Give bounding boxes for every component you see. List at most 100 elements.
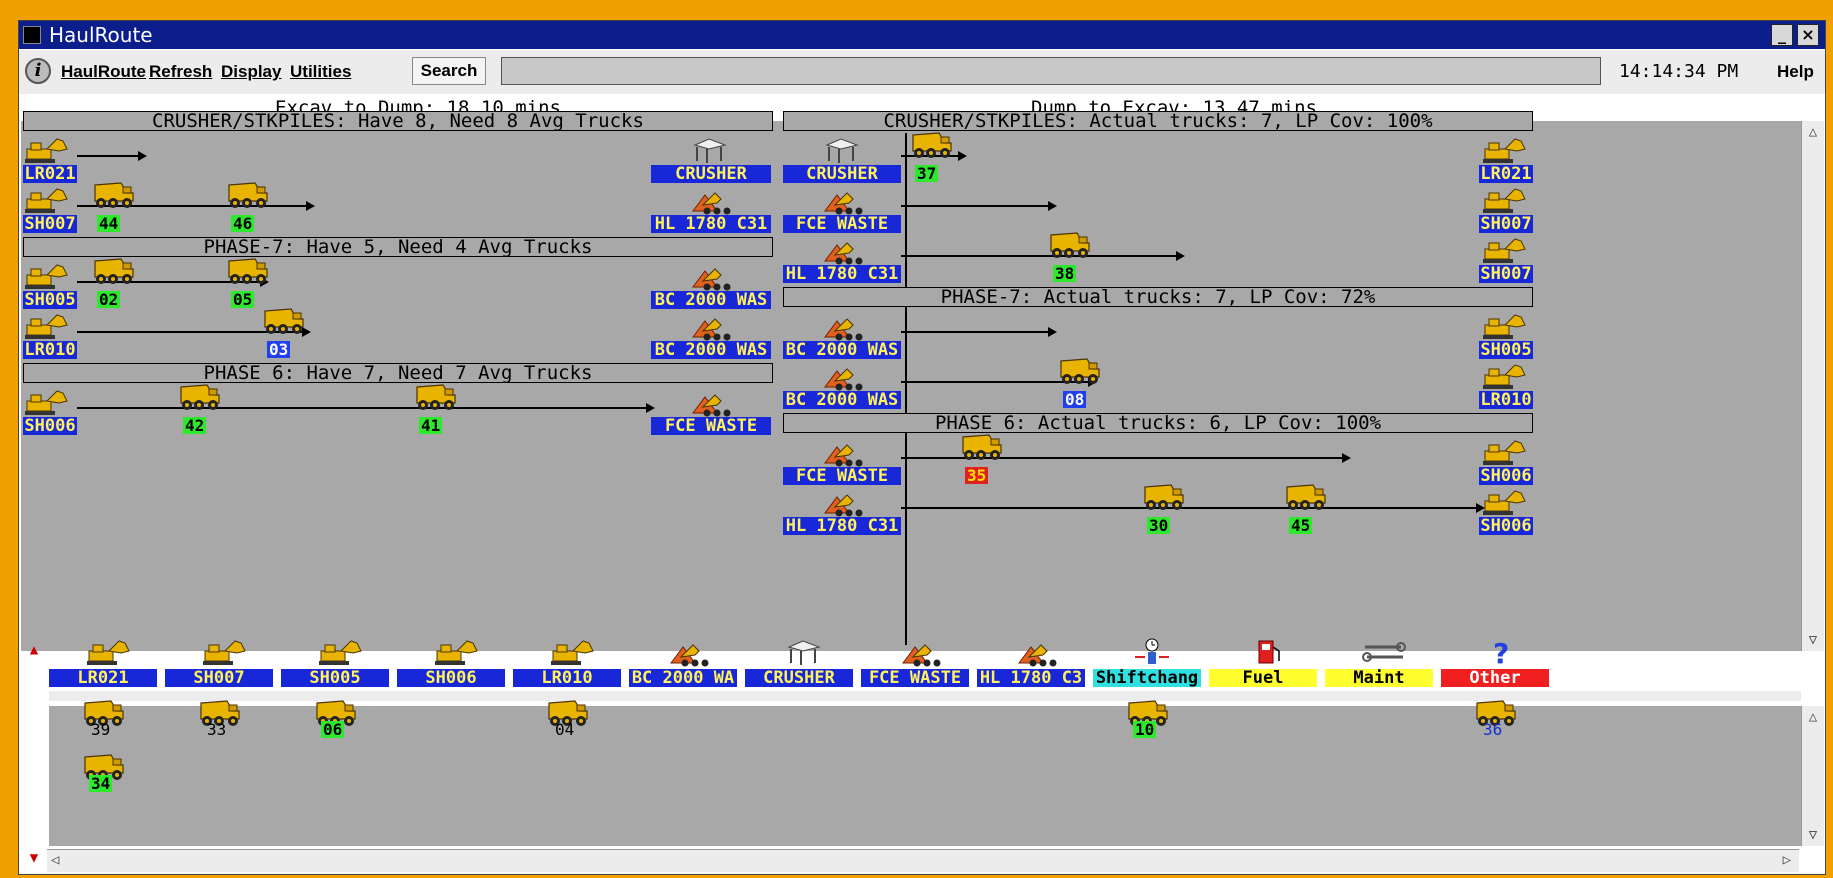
dump-icon <box>1013 637 1059 671</box>
source-location[interactable]: SH006 <box>23 417 77 435</box>
dump-icon <box>687 185 733 219</box>
scroll-up-icon[interactable]: △ <box>1804 123 1822 141</box>
truck-number[interactable]: 45 <box>1289 517 1313 534</box>
truck-number[interactable]: 42 <box>183 417 207 434</box>
truck-number[interactable]: 41 <box>419 417 443 434</box>
info-icon[interactable]: i <box>25 58 51 84</box>
destination-location[interactable]: BC 2000 WAS <box>651 291 771 309</box>
status-field[interactable] <box>501 57 1601 85</box>
horizontal-scrollbar[interactable]: ◁ ▷ <box>47 849 1799 872</box>
source-location[interactable]: HL 1780 C31 <box>783 265 901 283</box>
source-location[interactable]: FCE WASTE <box>783 215 901 233</box>
shovel-icon <box>23 261 69 295</box>
pool-scrollbar[interactable]: △ ▽ <box>1801 706 1824 846</box>
category-fce-waste[interactable]: FCE WASTE <box>861 669 969 687</box>
truck-number[interactable]: 34 <box>89 775 113 792</box>
route-arrow <box>901 327 1057 337</box>
source-location[interactable]: CRUSHER <box>783 165 901 183</box>
category-sh005[interactable]: SH005 <box>281 669 389 687</box>
category-hl-1780-c3[interactable]: HL 1780 C3 <box>977 669 1085 687</box>
scroll-right-icon[interactable]: ▷ <box>1783 852 1791 868</box>
truck-number[interactable]: 46 <box>231 215 255 232</box>
source-location[interactable]: BC 2000 WAS <box>783 391 901 409</box>
dump-icon <box>819 361 865 395</box>
shovel-icon <box>1481 487 1527 521</box>
source-location[interactable]: LR021 <box>23 165 77 183</box>
destination-location[interactable]: FCE WASTE <box>651 417 771 435</box>
minimize-button[interactable]: _ <box>1771 24 1793 46</box>
category-lr010[interactable]: LR010 <box>513 669 621 687</box>
source-location[interactable]: LR010 <box>23 341 77 359</box>
destination-location[interactable]: SH005 <box>1479 341 1533 359</box>
category-crusher[interactable]: CRUSHER <box>745 669 853 687</box>
category-sh006[interactable]: SH006 <box>397 669 505 687</box>
truck-number[interactable]: 02 <box>97 291 121 308</box>
pool-scroll-up-icon[interactable]: △ <box>1804 708 1822 726</box>
haul-truck-icon <box>1141 481 1187 515</box>
destination-location[interactable]: LR010 <box>1479 391 1533 409</box>
haul-truck-icon <box>1057 355 1103 389</box>
category-maint[interactable]: Maint <box>1325 669 1433 687</box>
truck-number[interactable]: 44 <box>97 215 121 232</box>
truck-number[interactable]: 38 <box>1053 265 1077 282</box>
search-button[interactable]: Search <box>412 57 486 85</box>
destination-location[interactable]: SH007 <box>1479 215 1533 233</box>
truck-number[interactable]: 04 <box>553 721 576 738</box>
category-bc-2000-wa[interactable]: BC 2000 WA <box>629 669 737 687</box>
destination-location[interactable]: HL 1780 C31 <box>651 215 771 233</box>
pool-scroll-down-icon[interactable]: ▽ <box>1804 826 1822 844</box>
truck-number[interactable]: 03 <box>267 341 291 358</box>
scroll-down-icon[interactable]: ▽ <box>1804 631 1822 649</box>
source-location[interactable]: BC 2000 WAS <box>783 341 901 359</box>
truck-number[interactable]: 10 <box>1133 721 1157 738</box>
close-button[interactable]: × <box>1797 24 1819 46</box>
haul-truck-icon <box>261 305 307 339</box>
destination-location[interactable]: SH006 <box>1479 517 1533 535</box>
menu-refresh[interactable]: Refresh <box>149 62 212 82</box>
question-icon: ? <box>1477 637 1523 671</box>
destination-location[interactable]: SH007 <box>1479 265 1533 283</box>
category-shiftchang[interactable]: Shiftchang <box>1093 669 1201 687</box>
destination-location[interactable]: SH006 <box>1479 467 1533 485</box>
route-arrow <box>901 201 1057 211</box>
scroll-left-icon[interactable]: ◁ <box>51 852 59 868</box>
category-sh007[interactable]: SH007 <box>165 669 273 687</box>
truck-number[interactable]: 36 <box>1481 721 1504 738</box>
crusher-icon <box>819 135 865 169</box>
source-location[interactable]: FCE WASTE <box>783 467 901 485</box>
dump-icon <box>687 261 733 295</box>
dump-icon <box>819 185 865 219</box>
truck-number[interactable]: 08 <box>1063 391 1087 408</box>
haul-truck-icon <box>959 431 1005 465</box>
shovel-icon <box>433 637 479 671</box>
expand-up-icon[interactable]: ▲ <box>25 641 43 659</box>
category-other[interactable]: Other <box>1441 669 1549 687</box>
route-scrollbar[interactable]: △ ▽ <box>1801 121 1824 651</box>
dump-icon <box>897 637 943 671</box>
menu-utilities[interactable]: Utilities <box>290 62 351 82</box>
destination-location[interactable]: CRUSHER <box>651 165 771 183</box>
truck-number[interactable]: 33 <box>205 721 228 738</box>
truck-number[interactable]: 05 <box>231 291 255 308</box>
destination-location[interactable]: BC 2000 WAS <box>651 341 771 359</box>
haul-truck-icon <box>225 255 271 289</box>
menu-display[interactable]: Display <box>221 62 281 82</box>
category-fuel[interactable]: Fuel <box>1209 669 1317 687</box>
title-bar[interactable]: HaulRoute _ × <box>19 21 1825 49</box>
truck-number[interactable]: 39 <box>89 721 112 738</box>
source-location[interactable]: SH005 <box>23 291 77 309</box>
category-lr021[interactable]: LR021 <box>49 669 157 687</box>
help-menu[interactable]: Help <box>1777 62 1814 82</box>
shovel-icon <box>23 311 69 345</box>
truck-number[interactable]: 06 <box>321 721 345 738</box>
truck-number[interactable]: 35 <box>965 467 989 484</box>
truck-number[interactable]: 37 <box>915 165 939 182</box>
right-section-header: PHASE 6: Actual trucks: 6, LP Cov: 100% <box>783 413 1533 433</box>
destination-location[interactable]: LR021 <box>1479 165 1533 183</box>
menu-haulroute[interactable]: HaulRoute <box>61 62 146 82</box>
expand-down-icon[interactable]: ▼ <box>25 849 43 867</box>
source-location[interactable]: SH007 <box>23 215 77 233</box>
source-location[interactable]: HL 1780 C31 <box>783 517 901 535</box>
truck-number[interactable]: 30 <box>1147 517 1171 534</box>
system-menu-icon[interactable] <box>23 26 41 44</box>
